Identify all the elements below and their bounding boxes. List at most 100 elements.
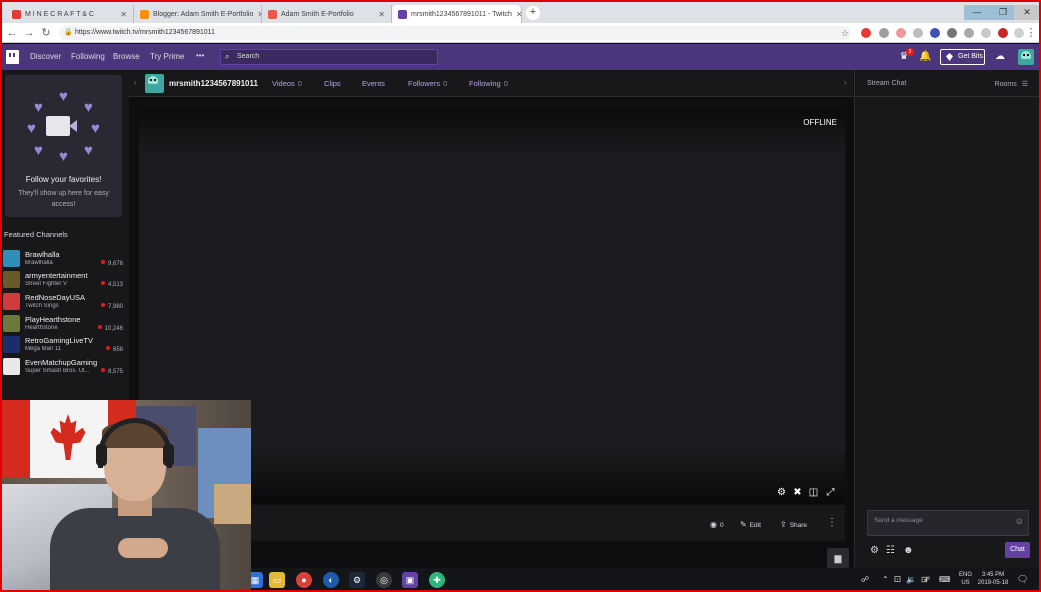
tab-label: Followers xyxy=(408,79,441,88)
search-placeholder: Search xyxy=(237,53,260,60)
nav-following[interactable]: Following xyxy=(71,52,105,61)
prime-crown-icon[interactable]: ☁ xyxy=(994,51,1006,63)
channel-avatar xyxy=(3,293,20,310)
obs-icon[interactable]: ◎ xyxy=(376,572,392,588)
cardboard-box xyxy=(214,484,251,524)
extension-icon[interactable] xyxy=(879,28,889,38)
user-avatar[interactable] xyxy=(1018,49,1034,65)
offline-label: OFFLINE xyxy=(803,118,837,127)
chat-message-input[interactable]: Send a message ☺ xyxy=(867,510,1029,536)
slack-icon[interactable]: ✚ xyxy=(429,572,445,588)
extension-icon[interactable] xyxy=(861,28,871,38)
emote-smiley-icon[interactable]: ☺ xyxy=(1015,516,1024,526)
featured-channel-item[interactable]: EvenMatchupGaming Super Smash Bros. Ul..… xyxy=(2,356,129,376)
featured-channel-item[interactable]: PlayHearthstone Hearthstone 10,246 xyxy=(2,313,129,333)
twitch-app-icon[interactable]: ▣ xyxy=(402,572,418,588)
search-input[interactable]: ⌕ Search xyxy=(220,49,438,65)
file-explorer-icon[interactable]: ▭ xyxy=(269,572,285,588)
chevron-right-icon[interactable]: › xyxy=(844,78,847,87)
share-button[interactable]: ⇪ Share xyxy=(780,520,807,529)
browser-menu-icon[interactable]: ⋮ xyxy=(1024,26,1038,40)
viewer-list-icon[interactable]: ☷ xyxy=(886,545,895,556)
featured-channel-item[interactable]: armyentertainment Street Fighter V 4,513 xyxy=(2,269,129,289)
extension-icon[interactable] xyxy=(947,28,957,38)
extension-icon[interactable] xyxy=(998,28,1008,38)
extension-icon[interactable] xyxy=(930,28,940,38)
extension-icon[interactable] xyxy=(981,28,991,38)
minimize-button[interactable]: — xyxy=(964,5,990,20)
notifications-bell-icon[interactable]: 🔔 xyxy=(919,51,931,63)
extension-icon[interactable] xyxy=(913,28,923,38)
browser-tab-minecraft[interactable]: M I N E C R A F T & C ✕ xyxy=(6,5,134,23)
back-arrow-icon[interactable]: ← xyxy=(5,26,19,40)
extension-icon[interactable] xyxy=(964,28,974,38)
channel-name: PlayHearthstone xyxy=(25,315,81,324)
screen: M I N E C R A F T & C ✕ Blogger: Adam Sm… xyxy=(0,0,1041,592)
fullscreen-icon[interactable]: ⤢ xyxy=(825,487,836,498)
window-close-button[interactable]: ✕ xyxy=(1014,5,1039,20)
reload-icon[interactable]: ↻ xyxy=(39,26,53,40)
featured-channel-item[interactable]: Brawlhalla Brawlhalla 9,676 xyxy=(2,248,129,268)
extension-icon[interactable] xyxy=(1014,28,1024,38)
edit-label: Edit xyxy=(749,522,761,529)
keyboard-icon[interactable]: ⌨ xyxy=(939,575,951,584)
channel-viewers: 10,246 xyxy=(98,325,123,332)
url-field[interactable]: 🔒 https://www.twitch.tv/mrsmith123456789… xyxy=(59,26,851,40)
featured-channel-item[interactable]: RedNoseDayUSA Twitch Sings 7,980 xyxy=(2,291,129,311)
close-icon[interactable]: ✕ xyxy=(374,10,385,19)
pen-icon[interactable]: ✐ xyxy=(924,575,931,584)
close-icon[interactable]: ✖ xyxy=(792,487,803,498)
system-clock[interactable]: 3:45 PM 2019-05-18 xyxy=(975,571,1011,587)
volume-icon[interactable]: 🔉 xyxy=(906,575,916,584)
forward-arrow-icon[interactable]: → xyxy=(22,26,36,40)
steam-icon[interactable]: ⚙ xyxy=(349,572,365,588)
twitch-icon xyxy=(398,9,407,19)
channel-avatar[interactable] xyxy=(145,74,164,93)
tab-count: 0 xyxy=(503,79,508,88)
twitch-logo-icon[interactable] xyxy=(6,50,19,64)
browser-icon[interactable]: ◐ xyxy=(323,572,339,588)
people-icon[interactable]: ☍ xyxy=(861,575,869,584)
tab-label: Following xyxy=(469,79,501,88)
nav-try-prime[interactable]: Try Prime xyxy=(150,52,184,61)
chevron-left-icon[interactable]: ‹ xyxy=(134,78,137,87)
featured-channel-item[interactable]: RetroGamingLiveTV Mega Man 11 658 xyxy=(2,334,129,354)
close-icon[interactable]: ✕ xyxy=(253,10,261,19)
chat-send-button[interactable]: Chat xyxy=(1005,542,1030,558)
new-tab-button[interactable]: + xyxy=(526,6,540,20)
close-icon[interactable]: ✕ xyxy=(116,10,127,19)
get-bits-button[interactable]: Get Bits xyxy=(940,49,985,65)
chrome-icon[interactable]: ● xyxy=(296,572,312,588)
tray-app-icon[interactable]: ⚀ xyxy=(894,575,901,584)
close-icon[interactable]: ✕ xyxy=(512,10,521,19)
show-hidden-icons-chevron[interactable]: ⌃ xyxy=(882,575,889,584)
extension-icon[interactable] xyxy=(896,28,906,38)
heart-icon: ♥ xyxy=(59,148,68,165)
rooms-list-icon: ☰ xyxy=(1021,81,1028,88)
popout-chat-icon[interactable]: ▆ xyxy=(827,548,849,568)
maximize-button[interactable]: ❐ xyxy=(990,5,1016,20)
nav-browse[interactable]: Browse xyxy=(113,52,140,61)
tab-videos[interactable]: Videos 0 xyxy=(272,79,302,88)
theatre-mode-icon[interactable]: ◫ xyxy=(808,487,819,498)
tab-events[interactable]: Events xyxy=(362,79,385,88)
browser-tab-portfolio[interactable]: Adam Smith E-Portfolio ✕ xyxy=(262,5,392,23)
tab-clips[interactable]: Clips xyxy=(324,79,341,88)
channel-name[interactable]: mrsmith1234567891011 xyxy=(169,79,258,88)
language-indicator[interactable]: ENG US xyxy=(959,571,972,587)
browser-tab-twitch[interactable]: mrsmith1234567891011 - Twitch ✕ xyxy=(392,5,522,23)
nav-more-icon[interactable]: ••• xyxy=(196,51,204,60)
browser-tab-blogger[interactable]: Blogger: Adam Smith E-Portfolio ✕ xyxy=(134,5,262,23)
more-options-icon[interactable]: ⋮ xyxy=(827,517,837,528)
channel-avatar xyxy=(3,271,20,288)
edit-button[interactable]: ✎ Edit xyxy=(740,520,761,529)
emote-icon[interactable]: ☻ xyxy=(903,545,914,556)
settings-gear-icon[interactable]: ⚙ xyxy=(776,487,787,498)
tab-followers[interactable]: Followers 0 xyxy=(408,79,447,88)
nav-discover[interactable]: Discover xyxy=(30,52,61,61)
action-center-icon[interactable]: 🗨 xyxy=(1017,574,1028,585)
tab-following[interactable]: Following 0 xyxy=(469,79,508,88)
bookmark-star-icon[interactable]: ☆ xyxy=(838,26,852,40)
rooms-button[interactable]: Rooms ☰ xyxy=(995,80,1028,88)
chat-settings-gear-icon[interactable]: ⚙ xyxy=(870,545,879,556)
